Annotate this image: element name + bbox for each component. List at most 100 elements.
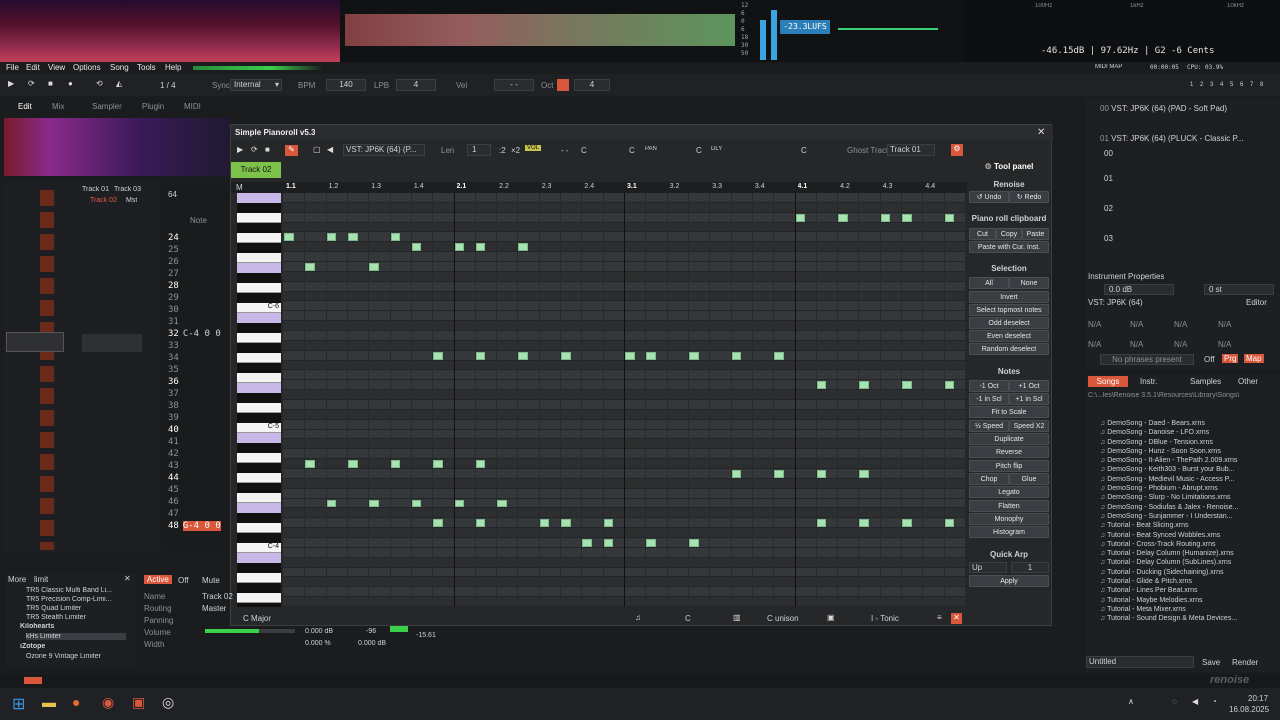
- select-none-button[interactable]: None: [1009, 277, 1049, 289]
- note-block[interactable]: [731, 351, 742, 360]
- track-head-1[interactable]: Track 01: [82, 186, 109, 193]
- file-item[interactable]: ♫ Tutorial - Beat Slicing.xrns: [1100, 521, 1270, 530]
- track-number-3[interactable]: 3: [1210, 82, 1213, 88]
- menu-song[interactable]: Song: [110, 63, 129, 72]
- track-head-2[interactable]: Track 02: [90, 197, 117, 204]
- note-block[interactable]: [731, 470, 742, 478]
- windows-start-icon[interactable]: ⊞: [12, 694, 25, 714]
- track-head-3[interactable]: Track 03: [114, 186, 141, 193]
- pattern-row[interactable]: 43: [168, 460, 221, 472]
- dsp-item-3[interactable]: TR5 Quad Limiter: [26, 605, 81, 612]
- piano-key[interactable]: [237, 463, 281, 473]
- note-block[interactable]: [433, 351, 443, 360]
- arp-value-field[interactable]: 1: [1011, 562, 1049, 573]
- piano-key[interactable]: [237, 413, 281, 423]
- note-block[interactable]: [774, 351, 784, 360]
- piano-key[interactable]: [237, 563, 281, 573]
- piano-key[interactable]: [237, 513, 281, 523]
- select-all-button[interactable]: All: [969, 277, 1009, 289]
- note-block[interactable]: [497, 499, 507, 508]
- pattern-row[interactable]: 40: [168, 424, 221, 436]
- stop-icon[interactable]: ■: [48, 79, 53, 88]
- pr-loop-icon[interactable]: ⟳: [251, 145, 258, 154]
- note-block[interactable]: [603, 519, 614, 528]
- piano-key[interactable]: [237, 293, 281, 303]
- track-number-1[interactable]: 1: [1190, 82, 1193, 88]
- tray-network-icon[interactable]: ◌: [1172, 697, 1177, 706]
- fit-to-scale-button[interactable]: Fit to Scale: [969, 406, 1049, 418]
- firefox-icon[interactable]: ●: [72, 694, 80, 710]
- piano-key[interactable]: [237, 253, 281, 263]
- piano-key[interactable]: [237, 343, 281, 353]
- note-block[interactable]: [795, 213, 806, 222]
- close-icon[interactable]: ✕: [1037, 127, 1045, 138]
- note-block[interactable]: [561, 351, 571, 360]
- piano-keyboard[interactable]: C-6 C-5 C-4: [237, 193, 281, 607]
- dsp-item-2[interactable]: TR5 Precision Comp-Limi...: [26, 596, 112, 603]
- note-block[interactable]: [646, 539, 656, 547]
- file-item[interactable]: ♫ Tutorial - Maybe Melodies.xrns: [1100, 596, 1270, 605]
- copy-button[interactable]: Copy: [996, 228, 1022, 240]
- track-number-6[interactable]: 6: [1240, 82, 1243, 88]
- browser-tab-other[interactable]: Other: [1238, 377, 1258, 386]
- note-block[interactable]: [944, 381, 955, 390]
- piano-key[interactable]: [237, 373, 281, 383]
- tab-midi[interactable]: MIDI: [184, 102, 201, 111]
- piano-key[interactable]: [237, 353, 281, 363]
- file-item[interactable]: ♫ DemoSong - Sunjammer - I Understan...: [1100, 512, 1270, 521]
- pattern-row[interactable]: 28: [168, 280, 221, 292]
- note-block[interactable]: [347, 233, 358, 242]
- file-item[interactable]: ♫ Tutorial - Glide & Pitch.xrns: [1100, 577, 1270, 586]
- file-item[interactable]: ♫ Tutorial - Lines Per Beat.xrns: [1100, 586, 1270, 595]
- dsp-item-ozone[interactable]: Ozone 9 Vintage Limiter: [26, 653, 101, 660]
- pattern-row[interactable]: 46: [168, 496, 221, 508]
- file-item[interactable]: ♫ Tutorial - Delay Column (Humanize).xrn…: [1100, 549, 1270, 558]
- note-block[interactable]: [475, 519, 486, 528]
- legato-button[interactable]: Legato: [969, 486, 1049, 498]
- note-block[interactable]: [603, 539, 614, 547]
- piano-key[interactable]: [237, 473, 281, 483]
- note-block[interactable]: [326, 499, 337, 508]
- dly-toggle[interactable]: DLY: [711, 146, 722, 152]
- pattern-row[interactable]: 44: [168, 472, 221, 484]
- block-loop-icon[interactable]: ⟲: [96, 79, 103, 88]
- note-block[interactable]: [774, 470, 784, 478]
- piano-key[interactable]: [237, 593, 281, 603]
- browser-tab-instr[interactable]: Instr.: [1140, 377, 1157, 386]
- tray-wifi-icon[interactable]: ◔: [1212, 697, 1217, 706]
- piano-key[interactable]: [237, 393, 281, 403]
- instrument-item-00[interactable]: 00 VST: JP6K (64) (PAD - Soft Pad): [1100, 104, 1272, 114]
- piano-key[interactable]: [237, 223, 281, 233]
- note-block[interactable]: [561, 519, 571, 528]
- file-item[interactable]: ♫ DemoSong - Medievil Music - Access P..…: [1100, 475, 1270, 484]
- glue-button[interactable]: Glue: [1009, 473, 1049, 485]
- dsp-item-4[interactable]: TR5 Stealth Limiter: [26, 614, 86, 621]
- note-block[interactable]: [454, 499, 465, 508]
- browser-tab-samples[interactable]: Samples: [1190, 377, 1221, 386]
- file-item[interactable]: ♫ Tutorial - Meta Mixer.xrns: [1100, 605, 1270, 614]
- vol-value[interactable]: - -: [561, 146, 569, 155]
- pattern-row[interactable]: 25: [168, 244, 221, 256]
- key-select[interactable]: C: [685, 614, 691, 623]
- piano-key[interactable]: [237, 443, 281, 453]
- histogram-button[interactable]: Histogram: [969, 526, 1049, 538]
- piano-key[interactable]: [237, 453, 281, 463]
- piano-key[interactable]: [237, 273, 281, 283]
- note-block[interactable]: [369, 499, 379, 508]
- note-block[interactable]: [326, 233, 337, 242]
- instrument-item-01[interactable]: 01 VST: JP6K (64) (PLUCK - Classic P...: [1100, 134, 1272, 144]
- keys-icon[interactable]: ▥: [733, 613, 741, 622]
- chop-button[interactable]: Chop: [969, 473, 1009, 485]
- note-block[interactable]: [902, 213, 912, 222]
- note-block[interactable]: [475, 460, 486, 468]
- note-block[interactable]: [646, 351, 656, 360]
- piano-key[interactable]: [237, 323, 281, 333]
- len-mul2-button[interactable]: ×2: [511, 146, 520, 155]
- pattern-row[interactable]: 38: [168, 400, 221, 412]
- note-block[interactable]: [838, 213, 848, 222]
- note-block[interactable]: [433, 460, 443, 468]
- note-block[interactable]: [305, 460, 315, 468]
- note-block[interactable]: [944, 519, 955, 528]
- renoise-taskbar-icon[interactable]: ◉: [102, 694, 114, 711]
- piano-key[interactable]: [237, 573, 281, 583]
